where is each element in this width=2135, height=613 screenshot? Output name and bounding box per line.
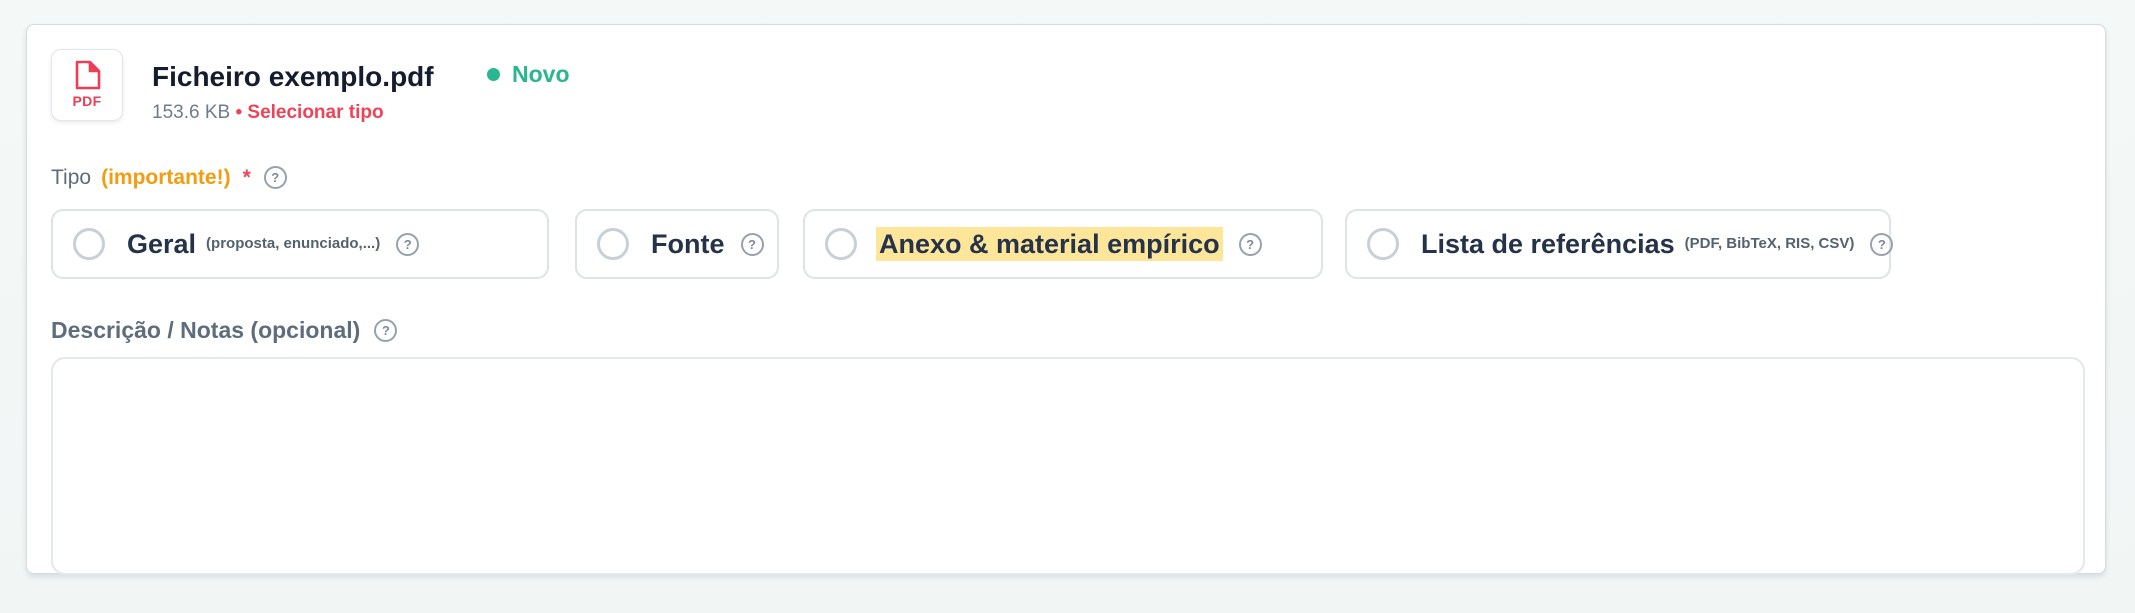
file-name: Ficheiro exemplo.pdf bbox=[152, 61, 434, 92]
radio-button[interactable] bbox=[73, 228, 105, 260]
type-option-lista-referencias[interactable]: Lista de referências (PDF, BibTeX, RIS, … bbox=[1345, 209, 1894, 279]
help-icon[interactable]: ? bbox=[740, 232, 764, 256]
meta-separator: • bbox=[230, 102, 248, 123]
type-option-label: Geral bbox=[127, 228, 197, 259]
select-type-link[interactable]: Selecionar tipo bbox=[247, 102, 383, 123]
type-option-geral[interactable]: Geral (proposta, enunciado,...) ? bbox=[51, 209, 549, 279]
file-meta: 153.6 KB • Selecionar tipo bbox=[152, 102, 384, 125]
help-icon[interactable]: ? bbox=[1870, 232, 1894, 256]
type-label: Tipo bbox=[51, 166, 92, 189]
radio-button[interactable] bbox=[1367, 228, 1399, 260]
type-option-fonte[interactable]: Fonte ? bbox=[575, 209, 779, 279]
description-label: Descrição / Notas (opcional) bbox=[51, 317, 361, 343]
document-icon bbox=[75, 60, 101, 90]
required-marker: * bbox=[242, 166, 251, 189]
file-upload-card: PDF Ficheiro exemplo.pdf Novo 153.6 KB •… bbox=[26, 24, 2106, 575]
type-option-anexo[interactable]: Anexo & material empírico ? bbox=[803, 209, 1323, 279]
important-note: (importante!) bbox=[101, 166, 231, 189]
type-field-label: Tipo (importante!) * ? bbox=[51, 165, 287, 190]
type-option-label: Fonte bbox=[651, 228, 725, 259]
help-icon[interactable]: ? bbox=[396, 232, 420, 256]
radio-button[interactable] bbox=[597, 228, 629, 260]
description-textarea[interactable] bbox=[51, 357, 2085, 575]
status-indicator: Novo bbox=[487, 61, 570, 89]
type-option-hint: (proposta, enunciado,...) bbox=[206, 235, 381, 252]
status-badge: Novo bbox=[512, 61, 570, 87]
pdf-file-icon: PDF bbox=[51, 49, 123, 121]
type-option-label: Anexo & material empírico bbox=[876, 226, 1223, 262]
help-icon[interactable]: ? bbox=[1238, 232, 1262, 256]
file-size: 153.6 KB bbox=[152, 102, 231, 123]
type-option-hint: (PDF, BibTeX, RIS, CSV) bbox=[1684, 235, 1855, 252]
radio-button[interactable] bbox=[825, 228, 857, 260]
status-dot-icon bbox=[487, 68, 500, 82]
help-icon[interactable]: ? bbox=[263, 166, 287, 190]
description-field-label: Descrição / Notas (opcional) ? bbox=[51, 317, 398, 345]
help-icon[interactable]: ? bbox=[374, 319, 398, 343]
file-type-label: PDF bbox=[72, 93, 102, 109]
type-option-label: Lista de referências bbox=[1421, 228, 1675, 259]
